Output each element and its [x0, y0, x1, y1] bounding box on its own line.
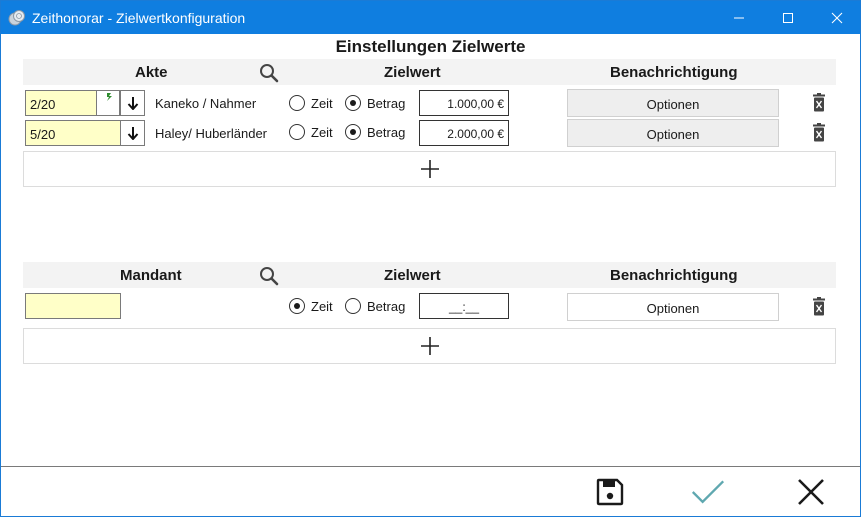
note-marker[interactable]	[96, 90, 120, 116]
radio-zeit[interactable]	[289, 95, 305, 111]
optionen-button[interactable]: Optionen	[567, 293, 779, 321]
maximize-icon	[783, 12, 793, 23]
radio-zeit-label: Zeit	[311, 96, 333, 111]
radio-zeit-label: Zeit	[311, 125, 333, 140]
akte-input[interactable]: 5/20	[25, 120, 121, 146]
header-zielwert: Zielwert	[384, 267, 441, 284]
arrow-down-icon	[127, 127, 138, 140]
header-akte: Akte	[135, 64, 168, 81]
title-bar[interactable]: Zeithonorar - Zielwertkonfiguration	[1, 1, 860, 34]
radio-betrag-label: Betrag	[367, 125, 406, 140]
ok-button[interactable]	[691, 475, 725, 509]
window-title: Zeithonorar - Zielwertkonfiguration	[32, 10, 246, 26]
close-icon	[831, 12, 843, 23]
akte-arrow-button[interactable]	[120, 120, 145, 146]
footer-divider	[1, 466, 860, 467]
arrow-down-icon	[127, 97, 138, 110]
close-window-button[interactable]	[814, 1, 860, 34]
add-akte-button[interactable]	[23, 151, 836, 187]
coins-icon	[8, 10, 25, 26]
plus-icon	[420, 337, 439, 355]
header-benachrichtigung: Benachrichtigung	[610, 64, 738, 81]
header-zielwert: Zielwert	[384, 64, 441, 81]
minimize-icon	[734, 17, 744, 18]
dialog-window: Zeithonorar - Zielwertkonfiguration Eins…	[0, 0, 861, 517]
flag-icon	[107, 93, 112, 101]
radio-zeit-label: Zeit	[311, 299, 333, 314]
close-icon	[798, 479, 824, 505]
check-icon	[691, 480, 725, 504]
time-input[interactable]: __:__	[419, 293, 509, 319]
search-icon[interactable]	[258, 265, 280, 287]
radio-zeit[interactable]	[289, 298, 305, 314]
save-icon	[596, 478, 624, 506]
radio-betrag[interactable]	[345, 298, 361, 314]
maximize-button[interactable]	[765, 1, 811, 34]
save-button[interactable]	[593, 475, 627, 509]
header-mandant: Mandant	[120, 267, 182, 284]
plus-icon	[420, 160, 439, 178]
amount-input[interactable]: 2.000,00 €	[419, 120, 509, 146]
akte-input[interactable]: 2/20	[25, 90, 97, 116]
radio-betrag-label: Betrag	[367, 96, 406, 111]
akte-arrow-button[interactable]	[120, 90, 145, 116]
section-title: Einstellungen Zielwerte	[335, 37, 526, 56]
optionen-button[interactable]: Optionen	[567, 89, 779, 117]
akte-name: Kaneko / Nahmer	[155, 96, 257, 111]
radio-betrag-label: Betrag	[367, 299, 406, 314]
add-mandant-button[interactable]	[23, 328, 836, 364]
trash-icon[interactable]	[811, 93, 827, 113]
radio-betrag[interactable]	[345, 124, 361, 140]
cancel-button[interactable]	[794, 475, 828, 509]
akte-header: Akte Zielwert Benachrichtigung	[23, 59, 836, 85]
search-icon[interactable]	[258, 62, 280, 84]
radio-zeit[interactable]	[289, 124, 305, 140]
header-benachrichtigung: Benachrichtigung	[610, 267, 738, 284]
trash-icon[interactable]	[811, 123, 827, 143]
optionen-button[interactable]: Optionen	[567, 119, 779, 147]
mandant-input[interactable]	[25, 293, 121, 319]
trash-icon[interactable]	[811, 297, 827, 317]
mandant-header: Mandant Zielwert Benachrichtigung	[23, 262, 836, 288]
minimize-button[interactable]	[716, 1, 762, 34]
radio-betrag[interactable]	[345, 95, 361, 111]
akte-name: Haley/ Huberländer	[155, 126, 268, 141]
amount-input[interactable]: 1.000,00 €	[419, 90, 509, 116]
